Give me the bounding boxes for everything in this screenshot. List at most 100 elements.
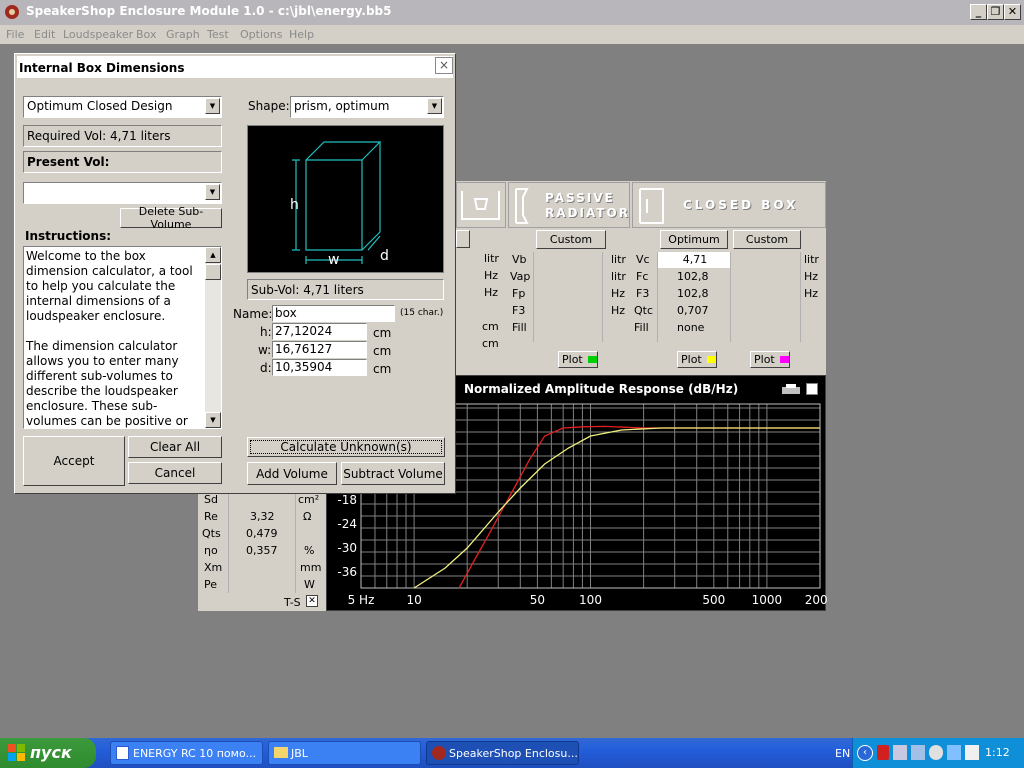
ts-parameters-table: Sd cm² Re 3,32 Ω Qts 0,479 ηo 0,357 % Xm… [198, 491, 324, 609]
app-icon [5, 5, 19, 19]
menu-test[interactable]: Test [207, 28, 229, 41]
shape-select-value: prism, optimum [294, 99, 390, 113]
vented-header[interactable] [456, 182, 506, 228]
start-button[interactable]: пуск [0, 738, 96, 768]
present-vol: Present Vol: [23, 151, 222, 173]
shape-label: Shape: [248, 99, 290, 113]
speaker-icon[interactable] [929, 745, 943, 760]
minimize-button[interactable]: _ [970, 4, 987, 20]
vented-unit: cm [482, 320, 499, 333]
chevron-down-icon[interactable]: ▼ [205, 184, 220, 200]
shield-icon[interactable] [877, 745, 889, 760]
chevron-down-icon[interactable]: ▼ [427, 98, 442, 114]
vented-custom-button[interactable] [456, 230, 470, 248]
vented-unit: Hz [484, 269, 499, 282]
closed-plot-button[interactable]: Plot [677, 351, 717, 368]
passive-unit: litr [611, 270, 626, 283]
passive-plot-button[interactable]: Plot [558, 351, 598, 368]
menu-edit[interactable]: Edit [34, 28, 55, 41]
folder-icon [274, 747, 288, 758]
clock: 1:12 [985, 746, 1010, 759]
task-energy[interactable]: ENERGY RC 10 помо... [110, 741, 263, 765]
d-input[interactable]: 10,35904 [272, 359, 367, 376]
custom-plot-button[interactable]: Plot [750, 351, 790, 368]
task-label: ENERGY RC 10 помо... [133, 747, 257, 760]
vc-value[interactable]: 4,71 [658, 252, 730, 268]
scrollbar[interactable]: ▲ ▼ [205, 247, 221, 428]
menu-graph[interactable]: Graph [166, 28, 200, 41]
system-tray: EN ‹ 1:12 [835, 738, 1024, 768]
clear-all-button[interactable]: Clear All [128, 436, 222, 458]
network-icon[interactable] [893, 745, 907, 760]
menu-loudspeaker[interactable]: Loudspeaker [63, 28, 133, 41]
qts-value: 0,479 [246, 527, 278, 540]
ts-param: Qts [202, 527, 221, 540]
passive-radiator-header[interactable]: PASSIVE RADIATOR [508, 182, 630, 228]
task-label: JBL [291, 747, 308, 760]
ts-param: Xm [204, 561, 223, 574]
design-select[interactable]: Optimum Closed Design ▼ [23, 96, 222, 118]
delete-sub-volume-button[interactable]: Delete Sub-Volume [120, 205, 222, 231]
ts-checkbox[interactable]: ✕ [306, 595, 318, 607]
passive-radiator-icon [515, 188, 529, 224]
scroll-thumb[interactable] [205, 264, 221, 280]
closed-unit: Hz [804, 287, 819, 300]
accept-button[interactable]: Accept [23, 436, 125, 486]
menu-help[interactable]: Help [289, 28, 314, 41]
required-vol: Required Vol: 4,71 liters [23, 125, 222, 147]
d-unit: cm [373, 362, 392, 376]
usb-icon[interactable] [947, 745, 961, 760]
cancel-button[interactable]: Cancel [128, 462, 222, 484]
closed-box-header[interactable]: CLOSED BOX [632, 182, 826, 228]
x-tick-label: 1000 [752, 593, 783, 607]
menu-file[interactable]: File [6, 28, 24, 41]
h-label: h: [260, 325, 272, 339]
closed-optimum-button[interactable]: Optimum [660, 230, 728, 249]
task-jbl[interactable]: JBL [268, 741, 421, 765]
calculate-unknowns-button[interactable]: Calculate Unknown(s) [247, 437, 445, 457]
vented-unit: litr [484, 252, 499, 265]
plot-color-swatch [706, 356, 716, 363]
x-tick-label: 100 [579, 593, 602, 607]
passive-unit: litr [611, 253, 626, 266]
closed-custom-button[interactable]: Custom [733, 230, 801, 249]
close-button[interactable]: ✕ [1004, 4, 1021, 20]
menu-box[interactable]: Box [136, 28, 156, 41]
monitor-icon[interactable] [911, 745, 925, 760]
passive-custom-button[interactable]: Custom [536, 230, 606, 249]
subtract-volume-button[interactable]: Subtract Volume [341, 462, 445, 485]
menu-options[interactable]: Options [240, 28, 282, 41]
closed-param: Fc [636, 270, 649, 283]
closed-grid: Optimum Custom 4,71 Vc litr Fc 102,8 Hz … [632, 230, 826, 370]
w-label: w: [258, 343, 272, 357]
name-label: Name: [233, 307, 273, 321]
scroll-down-icon[interactable]: ▼ [205, 412, 221, 428]
passive-values-column [533, 252, 603, 342]
ts-label: T-S [284, 596, 301, 609]
chevron-left-icon[interactable]: ‹ [857, 745, 873, 761]
f3-value: 102,8 [677, 287, 709, 300]
w-unit: cm [373, 344, 392, 358]
window-title: SpeakerShop Enclosure Module 1.0 - c:\jb… [26, 4, 392, 18]
subvolume-select[interactable]: ▼ [23, 182, 222, 204]
instructions-box[interactable]: Welcome to the box dimension calculator,… [23, 246, 222, 429]
chevron-down-icon[interactable]: ▼ [205, 98, 220, 114]
shape-select[interactable]: prism, optimum ▼ [290, 96, 444, 118]
ts-values-column [228, 491, 296, 593]
dialog-close-button[interactable]: × [435, 57, 453, 74]
volume-icon[interactable] [965, 745, 979, 760]
task-speakershop[interactable]: SpeakerShop Enclosu... [426, 741, 579, 765]
closed-param: Vc [636, 253, 650, 266]
passive-grid: Custom Vb litr Vap litr Fp Hz F3 Hz Fill… [508, 230, 630, 370]
window-title-bar[interactable]: SpeakerShop Enclosure Module 1.0 - c:\jb… [0, 0, 1024, 25]
language-indicator[interactable]: EN [835, 747, 850, 760]
w-input[interactable]: 16,76127 [272, 341, 367, 358]
plot-label: Plot [562, 353, 583, 366]
add-volume-button[interactable]: Add Volume [247, 462, 337, 485]
instructions-label: Instructions: [25, 229, 112, 243]
restore-button[interactable]: ❐ [987, 4, 1004, 20]
name-input[interactable]: box [272, 305, 395, 322]
passive-unit: Hz [611, 304, 626, 317]
h-input[interactable]: 27,12024 [272, 323, 367, 340]
scroll-up-icon[interactable]: ▲ [205, 247, 221, 263]
